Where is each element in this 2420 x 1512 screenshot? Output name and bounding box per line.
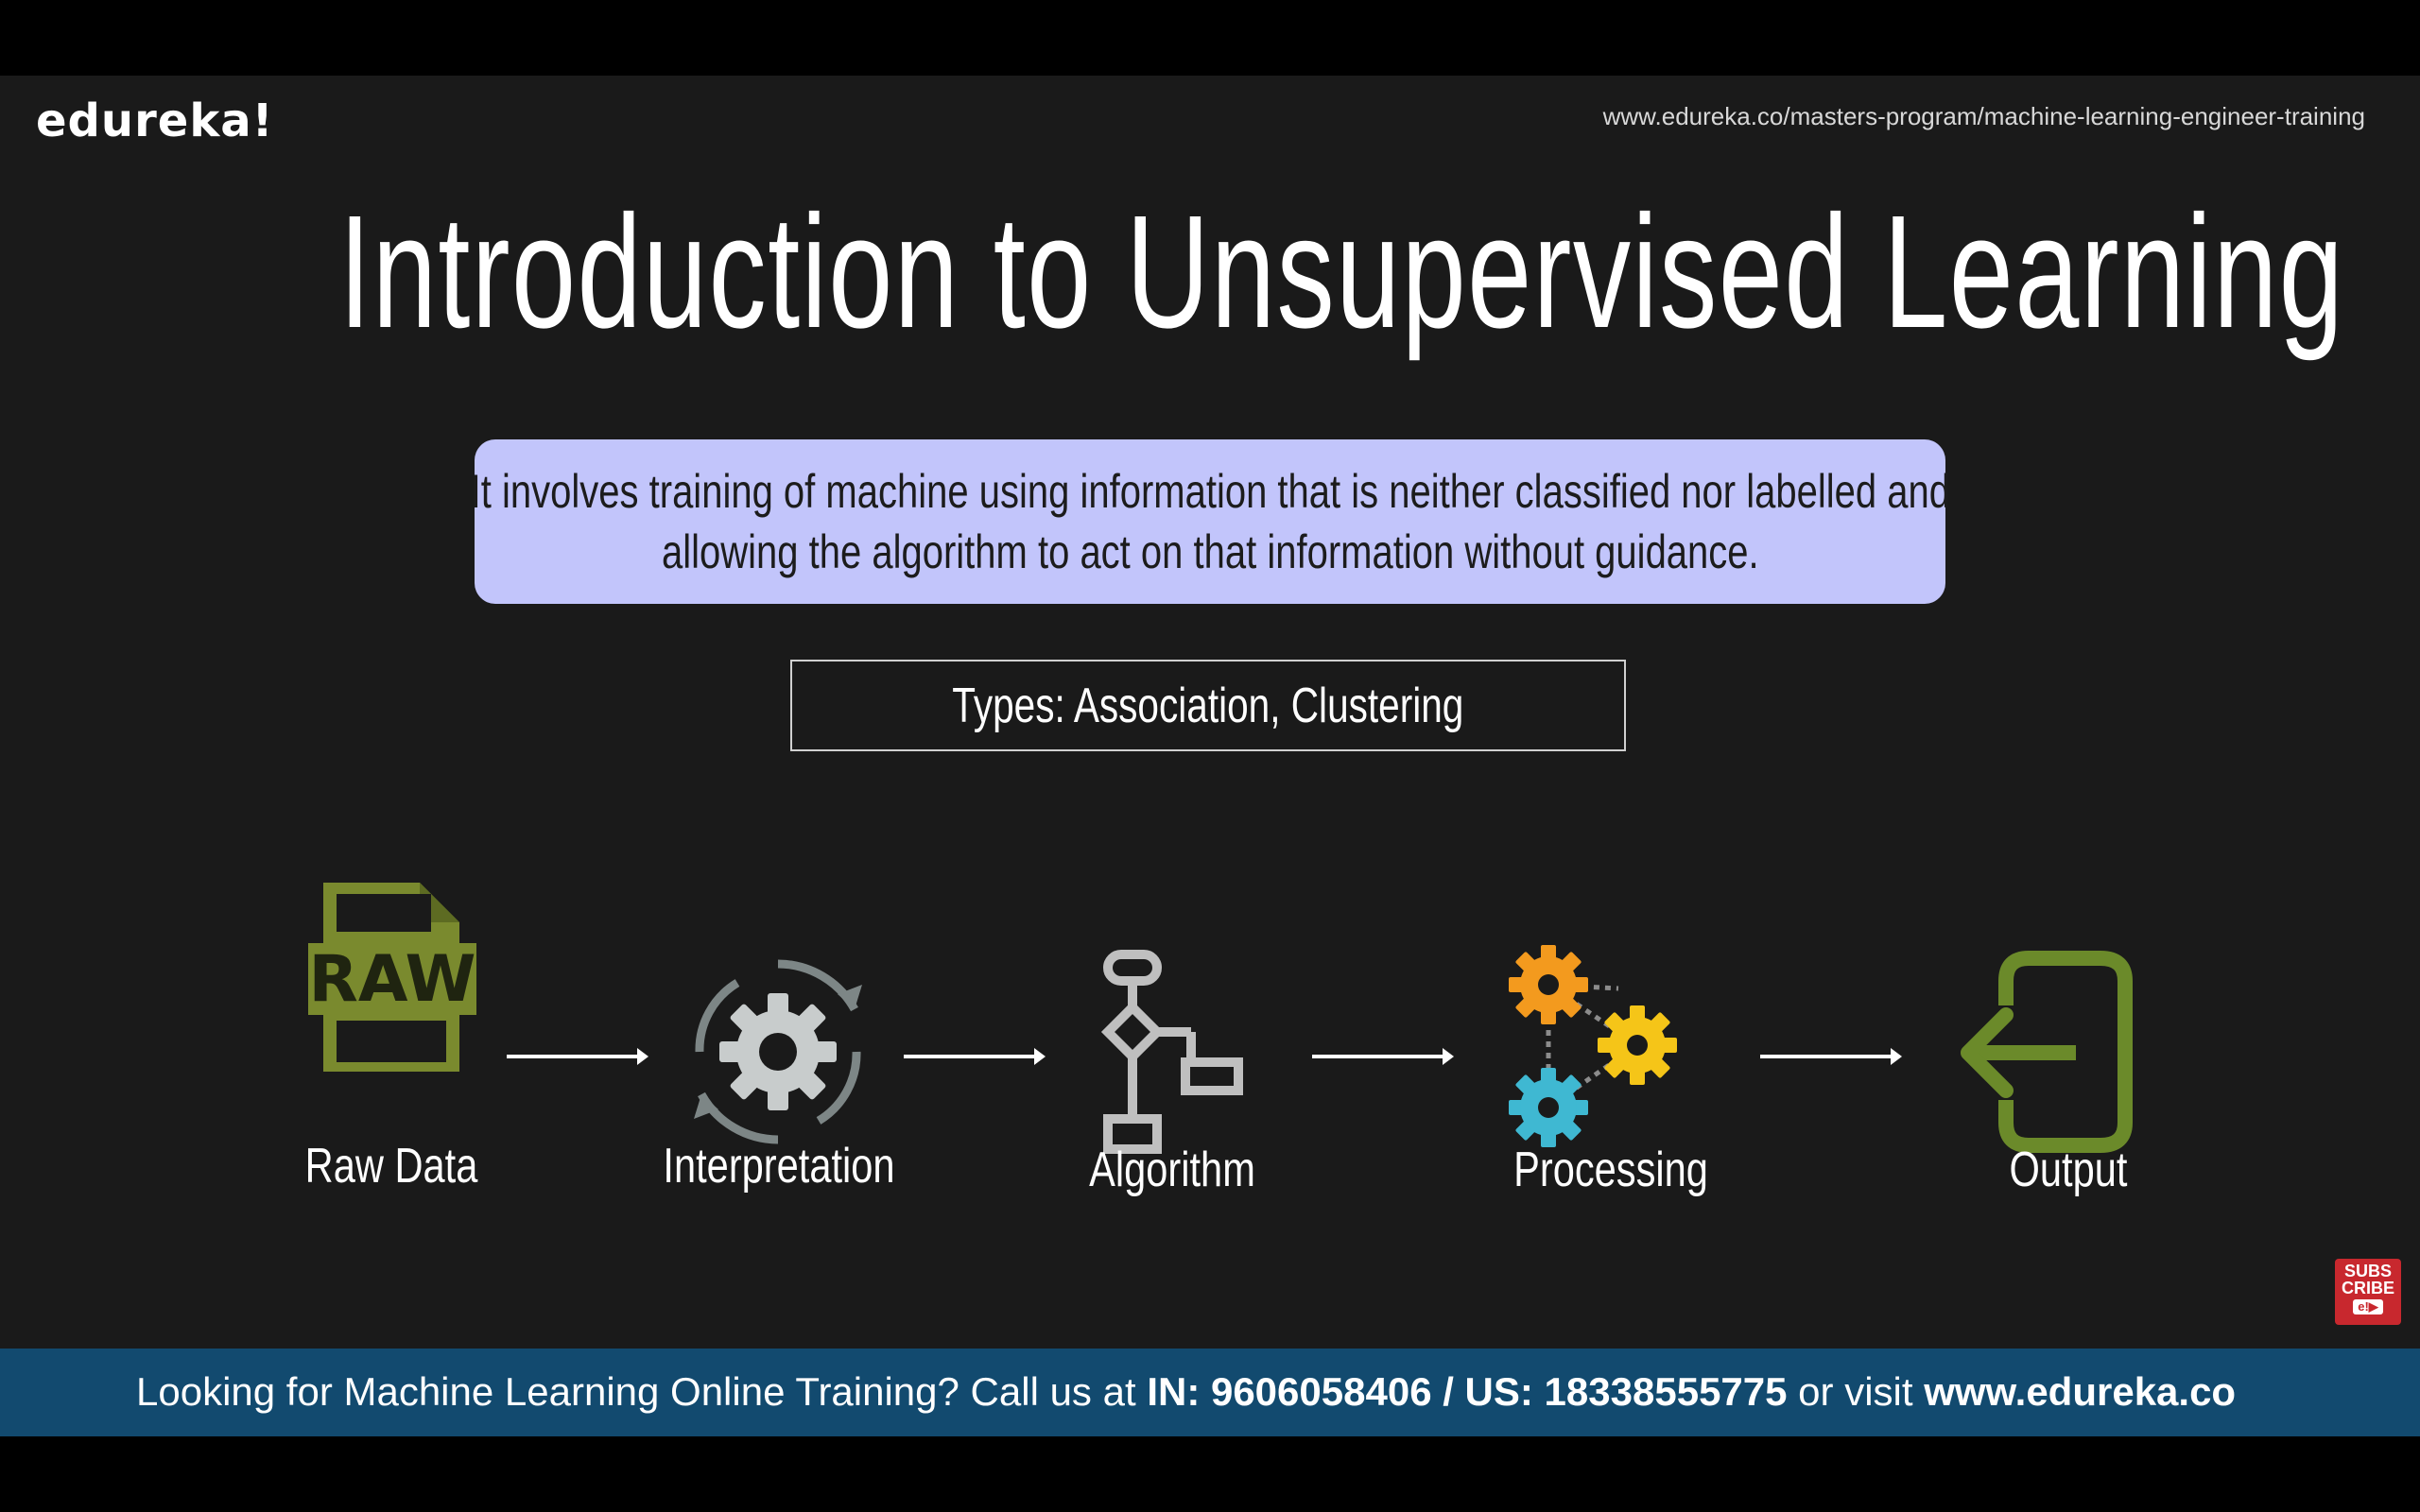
description-line-2: allowing the algorithm to act on that in… (661, 525, 1759, 578)
promo-phones: IN: 9606058406 / US: 18338555775 (1147, 1369, 1788, 1414)
flow-arrow-2 (904, 1048, 1046, 1065)
promo-site[interactable]: www.edureka.co (1924, 1369, 2236, 1414)
description-box: It involves training of machine using in… (470, 439, 1950, 604)
gear-refresh-icon (694, 959, 862, 1144)
step-label-algorithm: Algorithm (1089, 1143, 1255, 1197)
step-label-output: Output (2009, 1143, 2128, 1197)
description-line-1: It involves training of machine using in… (470, 465, 1950, 518)
description-text: It involves training of machine using in… (470, 461, 1949, 582)
types-text: Types: Association, Clustering (952, 678, 1464, 733)
promo-banner[interactable]: Looking for Machine Learning Online Trai… (0, 1349, 2420, 1436)
exit-door-icon (1961, 951, 2133, 1153)
step-label-processing: Processing (1513, 1143, 1708, 1197)
subscribe-line-2: CRIBE (2341, 1279, 2394, 1297)
flow-arrow-4 (1760, 1048, 1902, 1065)
subscribe-line-1: SUBS (2343, 1262, 2392, 1280)
slide-title: Introduction to Unsupervised Learning (338, 182, 2345, 362)
flow-arrow-1 (507, 1048, 648, 1065)
subscribe-play-icon: e!▶ (2353, 1299, 2383, 1314)
gears-network-icon (1509, 945, 1677, 1147)
flowchart-icon (1100, 950, 1243, 1154)
flow-arrow-3 (1312, 1048, 1454, 1065)
course-url: www.edureka.co/masters-program/machine-l… (1602, 102, 2365, 130)
subscribe-button[interactable]: SUBS CRIBE e!▶ (2335, 1259, 2401, 1325)
slide-frame: edureka! www.edureka.co/masters-program/… (0, 76, 2420, 1436)
raw-file-icon: RAW (308, 883, 476, 1072)
raw-badge-text: RAW (309, 942, 476, 1017)
promo-text: Looking for Machine Learning Online Trai… (136, 1369, 2236, 1415)
step-label-interpretation: Interpretation (663, 1139, 895, 1194)
brand-logo: edureka! (36, 94, 274, 147)
promo-prefix: Looking for Machine Learning Online Trai… (136, 1369, 1148, 1414)
types-box: Types: Association, Clustering (790, 660, 1626, 751)
promo-middle: or visit (1787, 1369, 1925, 1414)
step-label-raw-data: Raw Data (304, 1139, 478, 1194)
